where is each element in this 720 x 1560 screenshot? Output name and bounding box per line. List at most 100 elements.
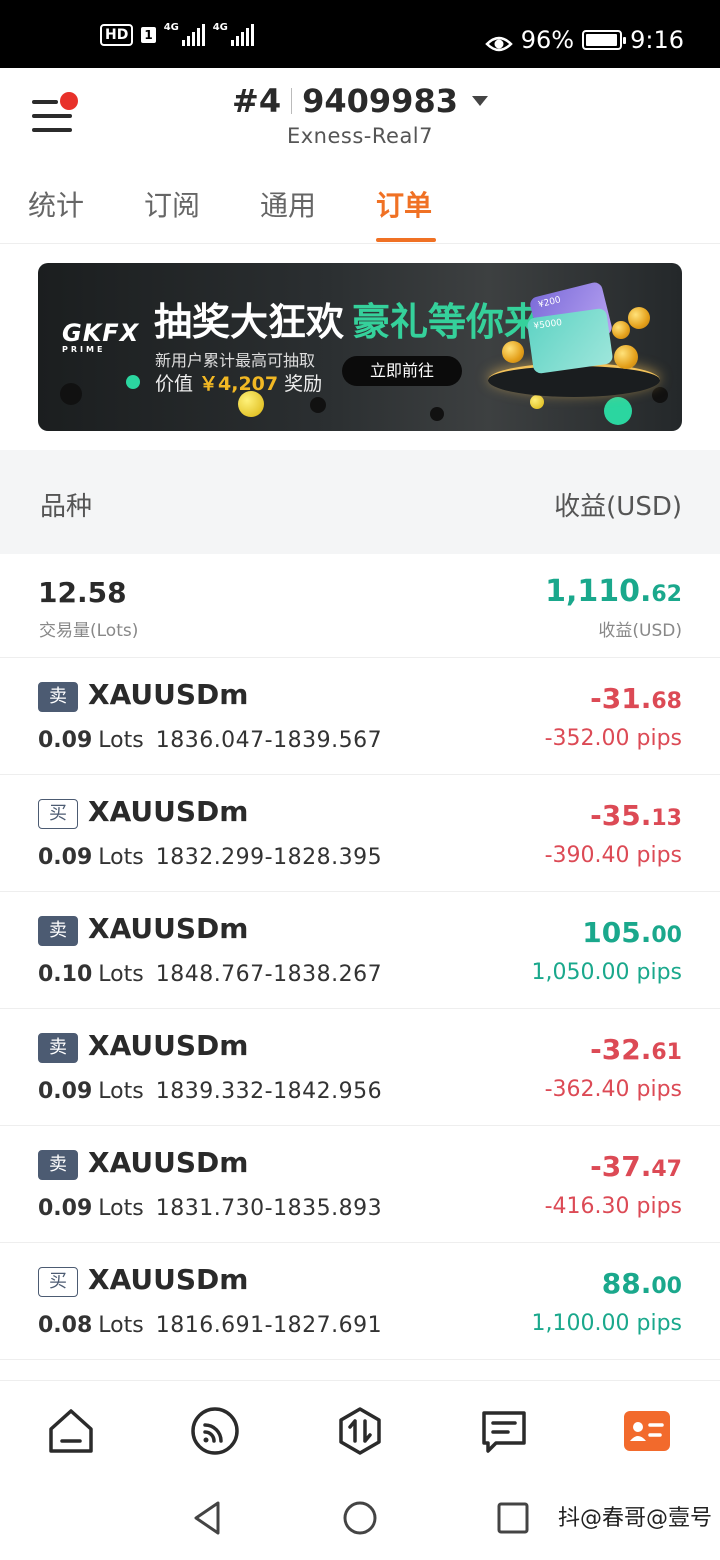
system-back-button[interactable] [188,1498,228,1538]
nav-home[interactable] [45,1405,97,1457]
decor-ball [310,397,326,413]
network-type-label: 4G [163,22,179,33]
order-row[interactable]: 买 XAUUSDm 0.08 Lots 1816.691-1827.691 88.0… [0,1243,720,1360]
order-profit-int: -35. [590,799,652,832]
order-pips: -390.40 pips [544,843,682,868]
nav-messages[interactable] [478,1405,530,1457]
order-prices: 1848.767-1838.267 [155,962,383,987]
banner-subtitle: 新用户累计最高可抽取 [155,351,316,370]
signal-feed-icon [191,1407,239,1455]
order-profit: -32.61 [590,1033,682,1066]
order-profit-int: -32. [590,1033,652,1066]
profile-card-icon [624,1411,670,1451]
total-volume-label: 交易量(Lots) [39,621,139,641]
banner-title-white: 抽奖大狂欢 [154,300,345,344]
order-lots: 0.09 [38,1196,93,1221]
system-recents-button[interactable] [494,1498,534,1538]
decor-ball [238,391,264,417]
side-badge: 买 [38,1267,78,1297]
status-bar: HD 1 4G 4G 96% 9:16 [0,0,720,68]
promo-banner[interactable]: GKFX PRIME 抽奖大狂欢 豪礼等你来 新用户累计最高可抽取 价值 ￥4,20… [38,263,682,431]
account-selector[interactable]: #4 9409983 Exness-Real7 [0,82,720,148]
order-profit: 105.00 [582,916,682,949]
order-lots-unit: Lots [98,728,144,753]
system-nav-bar: 抖@春哥@壹号 [0,1478,720,1560]
total-profit-int: 1,110. [545,574,652,609]
coin-icon [628,307,650,329]
back-triangle-icon [194,1501,220,1535]
order-lots-unit: Lots [98,1313,144,1338]
order-profit-dec: 00 [651,923,682,948]
order-pips: 1,050.00 pips [531,960,682,985]
order-profit-int: 88. [601,1267,652,1300]
order-profit-dec: 13 [651,806,682,831]
order-profit-dec: 00 [651,1274,682,1299]
order-row[interactable]: 买 XAUUSDm 0.09 Lots 1832.299-1828.395 -35.… [0,775,720,892]
banner-title-green: 豪礼等你来 [352,300,543,344]
account-prefix: #4 [232,82,282,120]
coin-icon [502,341,524,363]
status-right: 96% 9:16 [484,26,684,54]
order-profit: 88.00 [602,1267,682,1300]
order-lots-unit: Lots [98,845,144,870]
decor-ball [126,375,140,389]
side-badge: 卖 [38,1150,78,1180]
banner-value-line: 价值 ￥4,207 奖励 [155,369,322,396]
order-detail: 0.09 Lots 1839.332-1842.956 [38,1079,382,1104]
cell-signal-icon: 4G [213,22,254,46]
nav-trade[interactable] [334,1405,386,1457]
order-detail: 0.09 Lots 1831.730-1835.893 [38,1196,382,1221]
decor-ball [60,383,82,405]
side-badge: 卖 [38,682,78,712]
order-profit: -37.47 [590,1150,682,1183]
order-profit-int: -31. [590,682,652,715]
eye-comfort-icon [484,31,513,52]
cell-signal-icon: 4G [163,22,205,46]
nav-signals[interactable] [189,1405,241,1457]
coin-icon [614,345,638,369]
order-profit-int: -37. [590,1150,652,1183]
order-detail: 0.09 Lots 1832.299-1828.395 [38,845,382,870]
decor-ball [430,407,444,421]
order-detail: 0.10 Lots 1848.767-1838.267 [38,962,382,987]
order-pips: -362.40 pips [544,1077,682,1102]
order-prices: 1831.730-1835.893 [155,1196,383,1221]
order-row[interactable]: 卖 XAUUSDm 0.09 Lots 1839.332-1842.956 -32.… [0,1009,720,1126]
tab-subscriptions[interactable]: 订阅 [144,184,200,224]
side-badge: 卖 [38,916,78,946]
recents-square-icon [497,1502,529,1534]
tab-general[interactable]: 通用 [260,184,316,224]
banner-cta-button[interactable]: 立即前往 [342,356,462,386]
order-row[interactable]: 卖 XAUUSDm 0.09 Lots 1831.730-1835.893 -37.… [0,1126,720,1243]
coin-icon [612,321,630,339]
divider [291,88,293,114]
order-lots: 0.10 [38,962,93,987]
battery-percentage: 96% [520,26,575,54]
order-detail: 0.09 Lots 1836.047-1839.567 [38,728,382,753]
order-detail: 0.08 Lots 1816.691-1827.691 [38,1313,382,1338]
total-volume: 12.58 [38,576,127,609]
account-number: 9409983 [302,82,458,120]
app-header: #4 9409983 Exness-Real7 [0,68,720,168]
order-symbol: XAUUSDm [88,678,249,711]
order-row[interactable]: 卖 XAUUSDm 0.10 Lots 1848.767-1838.267 105.… [0,892,720,1009]
nav-profile[interactable] [622,1405,674,1457]
column-symbol: 品种 [40,492,93,522]
hd-voice-icon: HD [100,24,134,46]
tab-orders[interactable]: 订单 [376,184,432,224]
order-lots-unit: Lots [98,962,144,987]
active-tab-indicator [376,238,436,242]
order-symbol: XAUUSDm [88,912,249,945]
order-profit: -35.13 [590,799,682,832]
clock: 9:16 [630,26,684,54]
tab-statistics[interactable]: 统计 [28,184,84,224]
gkfx-logo: GKFX PRIME [62,319,139,354]
order-row[interactable]: 卖 XAUUSDm 0.09 Lots 1836.047-1839.567 -31.… [0,658,720,775]
order-symbol: XAUUSDm [88,1263,249,1296]
side-badge: 卖 [38,1033,78,1063]
home-icon [49,1409,93,1453]
system-home-button[interactable] [340,1498,380,1538]
banner-value-prefix: 价值 [155,373,194,395]
order-pips: -352.00 pips [544,726,682,751]
bottom-nav [0,1380,720,1478]
